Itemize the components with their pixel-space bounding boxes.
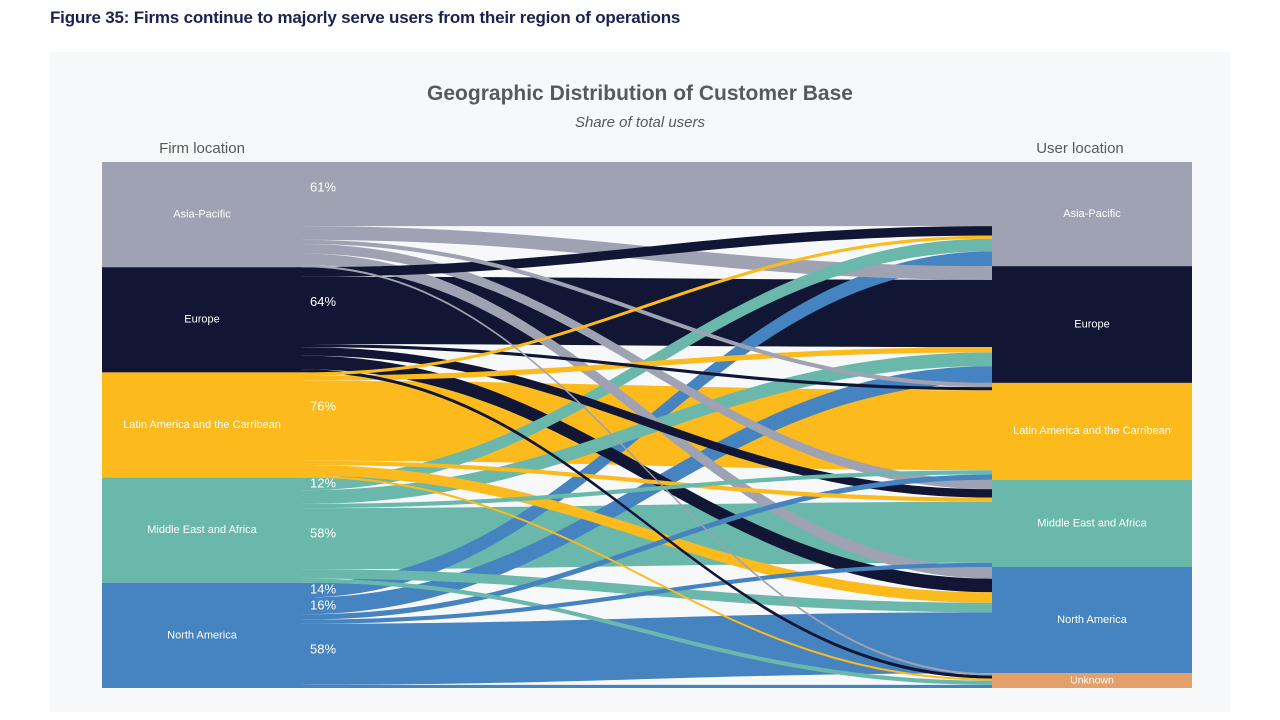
sankey-node-target-na[interactable]: North America: [992, 567, 1192, 674]
figure-root: Figure 35: Firms continue to majorly ser…: [0, 0, 1280, 720]
flow-value-label: 64%: [310, 294, 336, 309]
flow-value-label: 58%: [310, 641, 336, 656]
sankey-node-target-mea[interactable]: Middle East and Africa: [992, 479, 1192, 568]
chart-panel: Geographic Distribution of Customer Base…: [50, 52, 1230, 712]
flow-value-label: 16%: [310, 597, 336, 612]
sankey-ribbon: [302, 162, 992, 227]
node-label: Asia-Pacific: [1063, 208, 1121, 220]
sankey-ribbon: [302, 612, 992, 685]
sankey-ribbon: [302, 684, 992, 688]
flow-value-label: 58%: [310, 526, 336, 541]
node-label: Latin America and the Carribean: [123, 419, 281, 431]
node-label: Middle East and Africa: [1037, 517, 1147, 529]
sankey-node-target-ap[interactable]: Asia-Pacific: [992, 162, 1192, 267]
sankey-node-source-lac[interactable]: Latin America and the Carribean: [102, 372, 302, 478]
sankey-node-target-eu[interactable]: Europe: [992, 266, 1192, 383]
node-label: North America: [167, 629, 238, 641]
figure-caption: Figure 35: Firms continue to majorly ser…: [50, 8, 681, 27]
flow-value-label: 61%: [310, 179, 336, 194]
node-label: Latin America and the Carribean: [1013, 425, 1171, 437]
node-label: Middle East and Africa: [147, 524, 257, 536]
sankey-node-target-lac[interactable]: Latin America and the Carribean: [992, 382, 1192, 480]
sankey-node-source-eu[interactable]: Europe: [102, 267, 302, 373]
node-label: Unknown: [1070, 674, 1114, 686]
node-label: Europe: [184, 314, 219, 326]
node-label: Asia-Pacific: [173, 209, 231, 221]
sankey-node-source-na[interactable]: North America: [102, 582, 302, 688]
flow-value-label: 14%: [310, 582, 336, 597]
sankey-node-source-ap[interactable]: Asia-Pacific: [102, 162, 302, 268]
node-label: Europe: [1074, 318, 1109, 330]
flow-value-label: 76%: [310, 398, 336, 413]
sankey-node-source-mea[interactable]: Middle East and Africa: [102, 477, 302, 583]
node-label: North America: [1057, 614, 1128, 626]
sankey-node-target-unk[interactable]: Unknown: [992, 673, 1192, 688]
flow-value-label: 12%: [310, 475, 336, 490]
sankey-diagram: Asia-Pacific Europe Latin America and the …: [102, 162, 1192, 688]
